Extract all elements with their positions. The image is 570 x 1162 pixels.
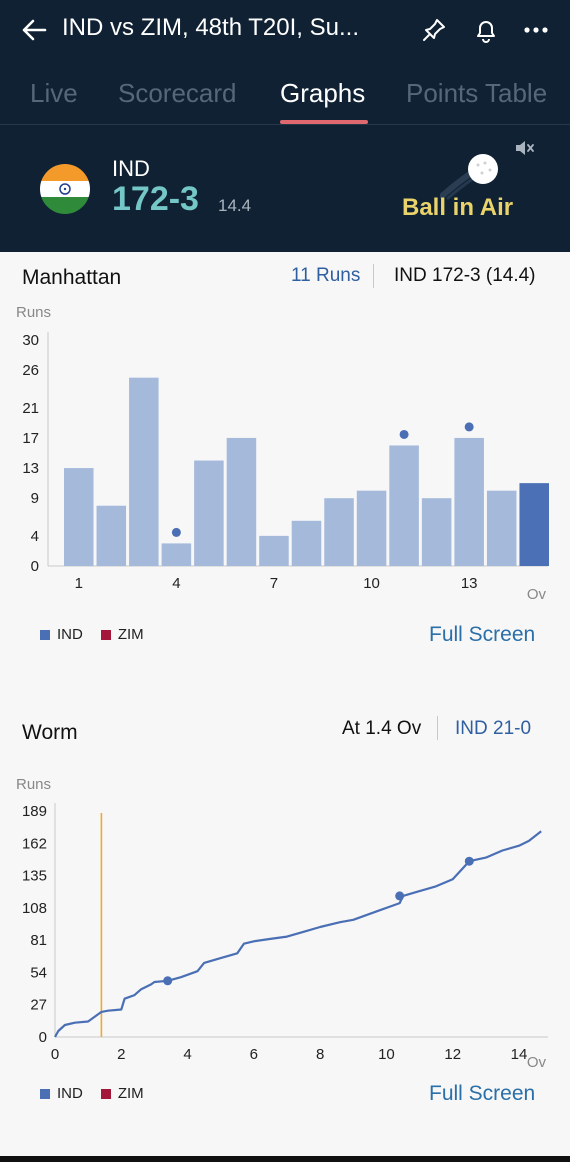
worm-legend-zim-label: ZIM (117, 1085, 144, 1102)
legend-zim-label: ZIM (117, 626, 144, 643)
worm-x-tick-label: 14 (511, 1046, 528, 1063)
worm-y-tick-label: 108 (22, 900, 47, 917)
worm-y-tick-label: 54 (30, 964, 47, 981)
worm-y-tick-label: 27 (30, 997, 47, 1014)
manhattan-x-tick-label: 7 (270, 575, 278, 592)
manhattan-bar (356, 490, 387, 566)
info-separator (373, 264, 374, 288)
tab-bar: Live Scorecard Graphs Points Table (0, 74, 570, 124)
manhattan-wicket-marker (464, 422, 474, 432)
worm-y-tick-label: 135 (22, 868, 47, 885)
manhattan-bar (421, 498, 452, 566)
divider (0, 124, 570, 125)
manhattan-bar (259, 535, 289, 566)
manhattan-y-tick-label: 21 (22, 400, 39, 417)
manhattan-x-tick-label: 10 (363, 575, 380, 592)
bell-icon[interactable] (472, 16, 500, 44)
manhattan-chart[interactable]: Runs 0 4 9 13 17 21 26 30 1 4 7 10 13 Ov (0, 300, 570, 610)
manhattan-y-tick-label: 0 (31, 558, 39, 575)
worm-x-axis-label: Ov (527, 1054, 547, 1071)
manhattan-y-tick-label: 4 (31, 528, 39, 545)
manhattan-y-tick-label: 26 (22, 362, 39, 379)
manhattan-y-tick-label: 30 (22, 332, 39, 349)
ball-in-air-icon (440, 154, 498, 200)
bottom-edge (0, 1156, 570, 1162)
worm-y-tick-label: 162 (22, 835, 47, 852)
worm-y-tick-label: 189 (22, 803, 47, 820)
manhattan-bar (129, 377, 159, 566)
worm-x-tick-label: 8 (316, 1046, 324, 1063)
batting-team: IND (112, 156, 150, 181)
manhattan-x-axis-label: Ov (527, 586, 547, 603)
overs-count: 14.4 (218, 196, 252, 215)
manhattan-score-info: IND 172-3 (14.4) (394, 265, 536, 286)
worm-title: Worm (22, 721, 78, 744)
manhattan-y-tick-label: 17 (22, 430, 39, 447)
manhattan-bar (519, 483, 549, 566)
manhattan-bar (291, 520, 322, 566)
legend-ind-swatch (40, 629, 50, 640)
worm-x-tick-label: 10 (378, 1046, 395, 1063)
pin-icon[interactable] (420, 16, 448, 44)
worm-y-tick-label: 0 (39, 1029, 47, 1046)
worm-legend-ind-label: IND (57, 1085, 83, 1102)
more-options-icon[interactable] (522, 16, 550, 44)
tab-graphs[interactable]: Graphs (280, 78, 365, 109)
match-title: IND vs ZIM, 48th T20I, Su... (62, 14, 359, 41)
worm-full-screen-link[interactable]: Full Screen (429, 1082, 535, 1106)
manhattan-y-tick-label: 9 (31, 490, 39, 507)
manhattan-bar (226, 437, 257, 566)
worm-x-tick-label: 4 (183, 1046, 191, 1063)
worm-legend: IND ZIM (40, 1085, 144, 1102)
worm-selected-score: IND 21-0 (455, 718, 532, 739)
match-header: IND vs ZIM, 48th T20I, Su... Live Scorec… (0, 0, 570, 252)
worm-legend-ind-swatch (40, 1088, 50, 1099)
tab-live[interactable]: Live (30, 78, 78, 109)
worm-wicket-marker (464, 856, 474, 866)
manhattan-y-axis-label: Runs (16, 304, 51, 321)
top-bar: IND vs ZIM, 48th T20I, Su... (0, 0, 570, 60)
legend-ind-label: IND (57, 626, 83, 643)
manhattan-wicket-marker (399, 429, 409, 439)
worm-x-tick-label: 6 (250, 1046, 258, 1063)
manhattan-title: Manhattan (22, 266, 122, 289)
worm-chart[interactable]: Runs 0 27 54 81 108 135 162 189 0 2 4 6 8 10 12 14 Ov (0, 770, 570, 1080)
manhattan-bar (454, 437, 484, 566)
worm-wicket-marker (163, 976, 173, 986)
worm-selected-over: At 1.4 Ov (342, 718, 422, 739)
manhattan-legend: IND ZIM (40, 626, 144, 643)
manhattan-x-tick-label: 13 (461, 575, 478, 592)
india-flag-icon (40, 164, 90, 214)
manhattan-bar (96, 505, 127, 566)
manhattan-x-tick-label: 4 (172, 575, 180, 592)
team-score: 172-3 (112, 180, 199, 218)
worm-wicket-marker (395, 891, 405, 901)
worm-info-separator (437, 716, 438, 740)
worm-x-tick-label: 12 (444, 1046, 461, 1063)
worm-y-axis-label: Runs (16, 776, 51, 793)
mute-icon[interactable] (512, 136, 536, 160)
worm-x-tick-label: 0 (51, 1046, 59, 1063)
worm-x-tick-label: 2 (117, 1046, 125, 1063)
manhattan-bar (486, 490, 517, 566)
back-arrow-icon[interactable] (18, 14, 50, 46)
ball-status: Ball in Air (402, 194, 514, 221)
tab-points-table[interactable]: Points Table (406, 78, 547, 109)
manhattan-full-screen-link[interactable]: Full Screen (429, 623, 535, 647)
worm-legend-zim-swatch (100, 1088, 111, 1099)
legend-zim-swatch (100, 629, 111, 640)
manhattan-wicket-marker (171, 527, 181, 537)
selected-over-runs: 11 Runs (291, 265, 361, 286)
tab-scorecard[interactable]: Scorecard (118, 78, 237, 109)
manhattan-x-tick-label: 1 (75, 575, 83, 592)
manhattan-bar (324, 498, 354, 566)
manhattan-bar (64, 468, 94, 566)
worm-y-tick-label: 81 (30, 932, 47, 949)
manhattan-y-tick-label: 13 (22, 460, 39, 477)
manhattan-bar (161, 543, 192, 566)
manhattan-bar (194, 460, 224, 566)
manhattan-bar (389, 445, 419, 566)
